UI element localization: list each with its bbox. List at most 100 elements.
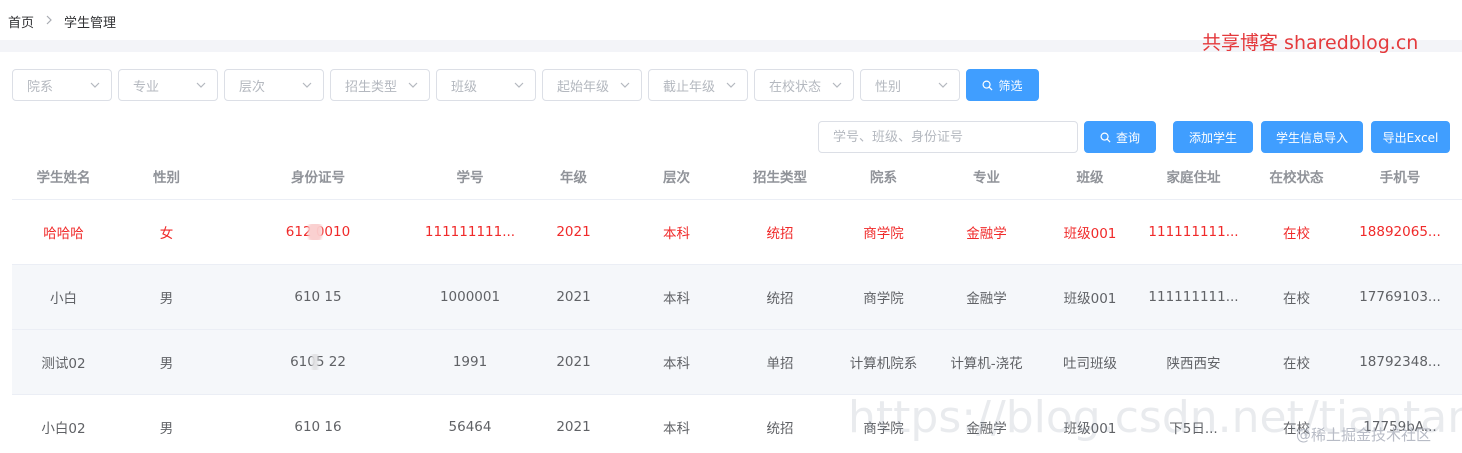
- filter-button-label: 筛选: [998, 78, 1023, 93]
- table-cell: 班级001: [1063, 226, 1117, 242]
- query-button[interactable]: 查询: [1084, 121, 1156, 153]
- column-header[interactable]: 层次: [625, 166, 728, 186]
- column-header[interactable]: 年级: [522, 166, 625, 186]
- filter-status-select[interactable]: 在校状态: [754, 69, 854, 101]
- table-cell: 统招: [766, 291, 794, 307]
- column-header[interactable]: 班级: [1038, 166, 1142, 186]
- search-icon: [1100, 132, 1111, 143]
- select-placeholder: 截止年级: [663, 79, 716, 95]
- table-cell: 金融学: [966, 226, 1007, 242]
- filter-department-select[interactable]: 院系: [12, 69, 112, 101]
- table-cell: 班级001: [1063, 291, 1117, 307]
- table-row[interactable]: 哈哈哈 女 612 0010 111111111... 2021 本科 统招 商…: [12, 200, 1462, 265]
- table-cell: 1000001: [439, 289, 501, 305]
- column-header[interactable]: 身份证号: [218, 166, 418, 186]
- table-cell: 男: [159, 356, 174, 372]
- select-placeholder: 性别: [875, 79, 902, 95]
- column-header[interactable]: 招生类型: [728, 166, 832, 186]
- table-row[interactable]: 小白 男 610 15 1000001 2021 本科 统招 商学院 金融学 班…: [12, 265, 1462, 330]
- table-cell: 吐司班级: [1063, 356, 1117, 372]
- action-bar: 查询 添加学生 学生信息导入 导出Excel: [818, 121, 1450, 153]
- id-number: 610 16: [294, 419, 341, 435]
- column-header[interactable]: 学生姓名: [12, 166, 115, 186]
- table-cell: 哈哈哈: [43, 226, 84, 242]
- student-table: 学生姓名 性别 身份证号 学号 年级 层次 招生类型 院系 专业 班级 家庭住址…: [12, 152, 1462, 453]
- chevron-down-icon: [408, 82, 418, 88]
- filter-button[interactable]: 筛选: [966, 69, 1039, 101]
- chevron-down-icon: [726, 82, 736, 88]
- search-icon: [982, 80, 993, 91]
- table-cell: 单招: [766, 356, 794, 372]
- column-header[interactable]: 院系: [832, 166, 935, 186]
- table-cell: 本科: [663, 291, 690, 307]
- filter-major-select[interactable]: 专业: [118, 69, 218, 101]
- table-cell: 女: [159, 226, 174, 242]
- table-cell: 商学院: [863, 226, 904, 242]
- filter-bar: 院系 专业 层次 招生类型 班级 起始年级 截止年级 在校状态 性别 筛选: [12, 69, 1039, 101]
- filter-class-select[interactable]: 班级: [436, 69, 536, 101]
- chevron-down-icon: [938, 82, 948, 88]
- select-placeholder: 招生类型: [345, 79, 398, 95]
- column-header[interactable]: 专业: [935, 166, 1038, 186]
- table-cell: 610 16: [294, 419, 342, 435]
- column-header[interactable]: 性别: [115, 166, 218, 186]
- chevron-down-icon: [196, 82, 206, 88]
- filter-gender-select[interactable]: 性别: [860, 69, 960, 101]
- id-number: 6105 22: [290, 354, 346, 370]
- add-student-label: 添加学生: [1188, 130, 1237, 145]
- chevron-right-icon: [45, 15, 53, 28]
- table-cell: 1991: [452, 354, 488, 370]
- table-header: 学生姓名 性别 身份证号 学号 年级 层次 招生类型 院系 专业 班级 家庭住址…: [12, 152, 1462, 200]
- breadcrumb-current: 学生管理: [64, 16, 117, 31]
- filter-level-select[interactable]: 层次: [224, 69, 324, 101]
- table-cell: 计算机-浇花: [950, 356, 1023, 372]
- select-placeholder: 起始年级: [557, 79, 610, 95]
- table-row[interactable]: 小白02 男 610 16 56464 2021 本科 统招 商学院 金融学 班…: [12, 395, 1462, 453]
- column-header[interactable]: 在校状态: [1245, 166, 1348, 186]
- breadcrumb-home[interactable]: 首页: [8, 12, 34, 31]
- table-cell: 2021: [556, 354, 591, 370]
- table-cell: 商学院: [863, 291, 904, 307]
- table-cell: 本科: [663, 226, 690, 242]
- brand-watermark: 共享博客 sharedblog.cn: [1202, 32, 1419, 54]
- table-cell: 男: [159, 421, 174, 437]
- table-cell: 统招: [766, 421, 794, 437]
- filter-enroll-type-select[interactable]: 招生类型: [330, 69, 430, 101]
- table-cell: 统招: [766, 226, 794, 242]
- select-placeholder: 层次: [239, 79, 266, 95]
- chevron-down-icon: [302, 82, 312, 88]
- chevron-down-icon: [90, 82, 100, 88]
- search-input[interactable]: [818, 121, 1078, 153]
- add-student-button[interactable]: 添加学生: [1173, 121, 1253, 153]
- table-row[interactable]: 测试02 男 6105 22 1991 2021 本科 单招 计算机院系 计算机…: [12, 330, 1462, 395]
- table-cell: 6105 22: [290, 354, 346, 370]
- filter-start-grade-select[interactable]: 起始年级: [542, 69, 642, 101]
- table-cell: 111111111...: [424, 224, 516, 240]
- filter-end-grade-select[interactable]: 截止年级: [648, 69, 748, 101]
- import-student-label: 学生信息导入: [1275, 130, 1348, 145]
- chevron-down-icon: [832, 82, 842, 88]
- table-cell: 陕西西安: [1166, 356, 1221, 372]
- import-student-button[interactable]: 学生信息导入: [1261, 121, 1363, 153]
- column-header[interactable]: 家庭住址: [1142, 166, 1245, 186]
- column-header[interactable]: 手机号: [1348, 166, 1452, 186]
- id-cell: 612 0010: [218, 224, 418, 240]
- id-cell: 6105 22: [218, 354, 418, 370]
- column-header[interactable]: 学号: [418, 166, 522, 186]
- table-cell: 2021: [556, 224, 591, 240]
- table-cell: 计算机院系: [849, 356, 918, 372]
- id-number: 610 15: [294, 289, 341, 305]
- chevron-down-icon: [620, 82, 630, 88]
- table-cell: 商学院: [863, 421, 904, 437]
- table-cell: 测试02: [41, 356, 86, 372]
- export-excel-button[interactable]: 导出Excel: [1371, 121, 1450, 153]
- table-cell: 金融学: [966, 291, 1007, 307]
- table-cell: 18792348...: [1359, 354, 1441, 370]
- table-cell: 2021: [556, 419, 591, 435]
- privacy-blur: [312, 354, 318, 370]
- id-number: 612 0010: [286, 224, 350, 240]
- export-excel-label: 导出Excel: [1382, 130, 1439, 145]
- breadcrumb: 首页 学生管理: [8, 12, 116, 31]
- id-cell: 610 16: [218, 419, 418, 435]
- table-cell: 在校: [1283, 291, 1310, 307]
